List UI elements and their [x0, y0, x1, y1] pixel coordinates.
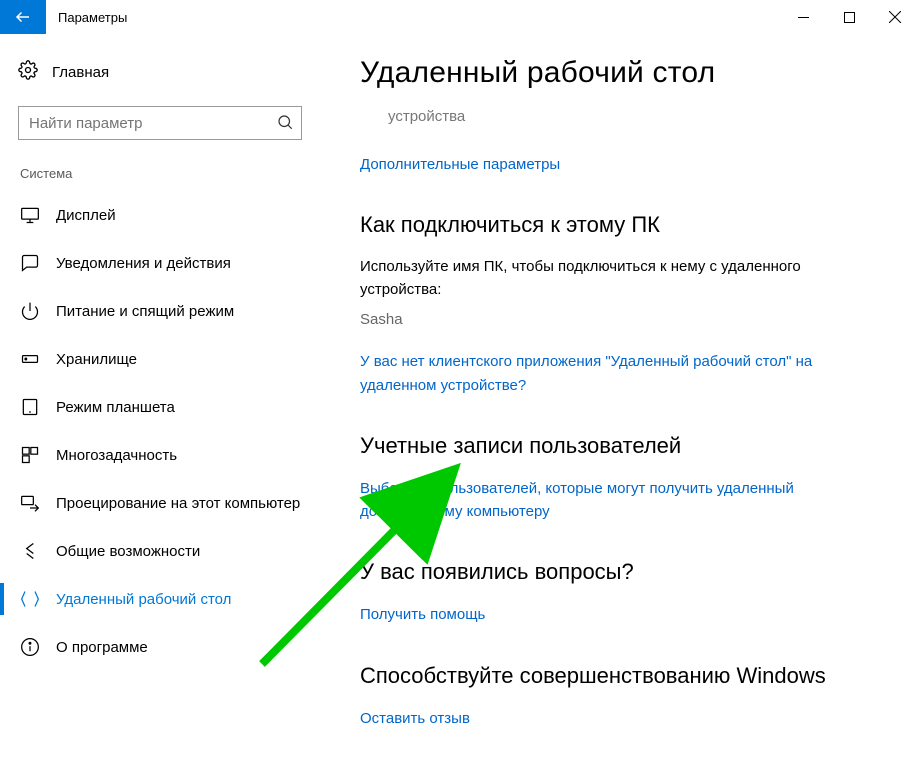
feedback-heading: Способствуйте совершенствованию Windows	[360, 663, 878, 689]
storage-icon	[20, 349, 40, 369]
minimize-button[interactable]	[780, 0, 826, 34]
users-heading: Учетные записи пользователей	[360, 433, 878, 459]
home-label: Главная	[52, 64, 109, 81]
sidebar-item-label: Хранилище	[56, 351, 137, 368]
sidebar-item-label: Питание и спящий режим	[56, 303, 234, 320]
no-client-link[interactable]: У вас нет клиентского приложения "Удален…	[360, 350, 820, 397]
sidebar-item-label: Дисплей	[56, 207, 116, 224]
sidebar: Главная Система Дисплей Уведомления и де…	[0, 34, 320, 765]
sidebar-item-label: Проецирование на этот компьютер	[56, 495, 300, 512]
advanced-settings-link[interactable]: Дополнительные параметры	[360, 156, 560, 173]
monitor-icon	[20, 205, 40, 225]
sidebar-item-remote-desktop[interactable]: Удаленный рабочий стол	[18, 575, 320, 623]
project-icon	[20, 493, 40, 513]
page-title: Удаленный рабочий стол	[360, 56, 878, 90]
gear-icon	[18, 60, 38, 85]
sidebar-item-display[interactable]: Дисплей	[18, 191, 320, 239]
sidebar-item-label: Режим планшета	[56, 399, 175, 416]
minimize-icon	[798, 12, 809, 23]
help-heading: У вас появились вопросы?	[360, 559, 878, 585]
search-box[interactable]	[18, 106, 302, 140]
get-help-link[interactable]: Получить помощь	[360, 606, 485, 623]
sidebar-item-label: О программе	[56, 639, 148, 656]
titlebar: Параметры	[0, 0, 918, 34]
back-button[interactable]	[0, 0, 46, 34]
sidebar-item-power[interactable]: Питание и спящий режим	[18, 287, 320, 335]
window-title: Параметры	[58, 10, 127, 25]
sidebar-item-label: Удаленный рабочий стол	[56, 591, 231, 608]
message-icon	[20, 253, 40, 273]
select-users-link[interactable]: Выберите пользователей, которые могут по…	[360, 477, 820, 524]
maximize-button[interactable]	[826, 0, 872, 34]
sidebar-nav: Дисплей Уведомления и действия Питание и…	[18, 191, 320, 671]
close-icon	[889, 11, 901, 23]
share-icon	[20, 541, 40, 561]
info-icon	[20, 637, 40, 657]
search-input[interactable]	[18, 106, 302, 140]
sidebar-item-storage[interactable]: Хранилище	[18, 335, 320, 383]
main-content: Удаленный рабочий стол устройства Дополн…	[320, 34, 918, 765]
maximize-icon	[844, 12, 855, 23]
sidebar-item-shared[interactable]: Общие возможности	[18, 527, 320, 575]
search-icon	[276, 113, 294, 136]
sidebar-item-label: Многозадачность	[56, 447, 177, 464]
sidebar-item-tablet[interactable]: Режим планшета	[18, 383, 320, 431]
tablet-icon	[20, 397, 40, 417]
arrow-left-icon	[14, 8, 32, 26]
connect-text: Используйте имя ПК, чтобы подключиться к…	[360, 256, 878, 301]
close-button[interactable]	[872, 0, 918, 34]
group-label: Система	[18, 166, 320, 181]
sidebar-item-multitask[interactable]: Многозадачность	[18, 431, 320, 479]
multitask-icon	[20, 445, 40, 465]
sidebar-item-notifications[interactable]: Уведомления и действия	[18, 239, 320, 287]
sidebar-item-label: Общие возможности	[56, 543, 200, 560]
sidebar-item-about[interactable]: О программе	[18, 623, 320, 671]
feedback-link[interactable]: Оставить отзыв	[360, 710, 470, 727]
sidebar-item-projecting[interactable]: Проецирование на этот компьютер	[18, 479, 320, 527]
remote-desktop-icon	[20, 589, 40, 609]
power-icon	[20, 301, 40, 321]
sidebar-item-label: Уведомления и действия	[56, 255, 231, 272]
connect-heading: Как подключиться к этому ПК	[360, 212, 878, 238]
truncated-text: устройства	[388, 108, 878, 125]
pc-name: Sasha	[360, 311, 878, 328]
home-item[interactable]: Главная	[18, 52, 320, 92]
